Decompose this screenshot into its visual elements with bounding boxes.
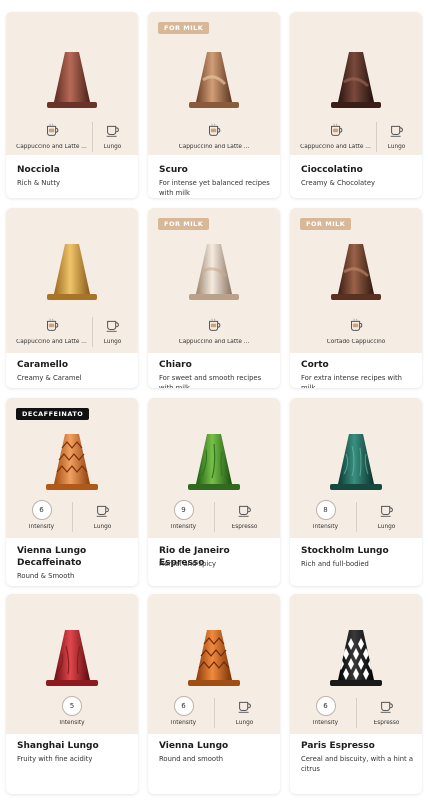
product-description: For sweet and smooth recipes with milk <box>159 374 262 388</box>
product-name[interactable]: Cioccolatino <box>301 164 414 176</box>
product-description: Herbal and spicy <box>159 560 217 568</box>
capsule-image <box>47 52 97 108</box>
product-name[interactable]: Vienna Lungo Decaffeinato <box>17 545 130 569</box>
product-name[interactable]: Vienna Lungo <box>159 740 272 752</box>
latte-cup-icon <box>43 316 61 334</box>
mug-icon <box>388 121 406 139</box>
intensity: 6 Intensity <box>12 500 72 530</box>
product-description: For intense yet balanced recipes with mi… <box>159 179 270 197</box>
intensity-value: 6 <box>173 696 194 716</box>
product-card[interactable]: Cappuccino and Latte ... Lungo Cioccolat… <box>290 12 422 198</box>
product-description: Cereal and biscuity, with a hint a citru… <box>301 755 414 773</box>
espresso-cup-icon <box>236 501 254 519</box>
recipe-cappuccino-latte: Cappuccino and Latte ... <box>296 120 376 150</box>
espresso-cup-icon <box>378 697 396 715</box>
latte-cup-icon <box>205 316 223 334</box>
capsule-image <box>331 244 381 300</box>
product-card[interactable]: Cappuccino and Latte ... Lungo Nocciola … <box>6 12 138 198</box>
product-name[interactable]: Corto <box>301 359 414 371</box>
product-name[interactable]: Stockholm Lungo <box>301 545 414 557</box>
recipe-cortado-cappuccino: Cortado Cappuccino <box>316 315 396 345</box>
intensity-value: 6 <box>315 696 336 716</box>
capsule-image <box>46 434 98 490</box>
for-milk-badge: FOR MILK <box>158 218 210 230</box>
for-milk-badge: FOR MILK <box>158 22 210 34</box>
cup-size-lungo: Lungo <box>215 696 275 726</box>
cup-size-espresso: Espresso <box>357 696 417 726</box>
product-description: Fruity with fine acidity <box>17 755 93 763</box>
product-name[interactable]: Scuro <box>159 164 272 176</box>
product-description: For extra intense recipes with milk <box>301 374 402 388</box>
product-card[interactable]: 6 Intensity Espresso Paris Espresso Cere… <box>290 594 422 794</box>
product-description: Creamy & Chocolatey <box>301 179 376 187</box>
decaffeinato-badge: DECAFFEINATO <box>16 408 90 420</box>
product-card[interactable]: DECAFFEINATO 6 Intensity Lungo Vienna Lu… <box>6 398 138 586</box>
latte-cup-icon <box>347 316 365 334</box>
latte-cup-icon <box>43 121 61 139</box>
capsule-image <box>188 630 240 686</box>
mug-icon <box>104 316 122 334</box>
mug-icon <box>378 501 396 519</box>
intensity: 6 Intensity <box>154 696 214 726</box>
intensity-value: 9 <box>173 500 194 520</box>
intensity-value: 6 <box>31 500 52 520</box>
intensity: 6 Intensity <box>296 696 356 726</box>
product-name[interactable]: Caramello <box>17 359 130 371</box>
for-milk-badge: FOR MILK <box>300 218 352 230</box>
product-description: Rich and full-bodied <box>301 560 369 568</box>
product-card[interactable]: FOR MILK Cappuccino and Latte ... Scuro … <box>148 12 280 198</box>
intensity: 9 Intensity <box>154 500 214 530</box>
product-card[interactable]: 6 Intensity Lungo Vienna Lungo Round and… <box>148 594 280 794</box>
recipe-cappuccino-latte: Cappuccino and Latte ... <box>174 315 254 345</box>
capsule-image <box>189 244 239 300</box>
cup-size-espresso: Espresso <box>215 500 275 530</box>
product-name[interactable]: Chiaro <box>159 359 272 371</box>
capsule-image <box>330 434 382 490</box>
capsule-image <box>330 630 382 686</box>
product-card[interactable]: 5 Intensity Shanghai Lungo Fruity with f… <box>6 594 138 794</box>
mug-icon <box>94 501 112 519</box>
product-description: Round and smooth <box>159 755 224 763</box>
product-card[interactable]: FOR MILK Cappuccino and Latte ... Chiaro… <box>148 208 280 388</box>
recipe-cappuccino-latte: Cappuccino and Latte ... <box>12 120 92 150</box>
recipe-cappuccino-latte: Cappuccino and Latte ... <box>174 120 254 150</box>
cup-size-lungo: Lungo <box>93 315 133 345</box>
mug-icon <box>104 121 122 139</box>
intensity: 8 Intensity <box>296 500 356 530</box>
product-description: Creamy & Caramel <box>17 374 82 382</box>
cup-size-lungo: Lungo <box>73 500 133 530</box>
latte-cup-icon <box>327 121 345 139</box>
intensity-value: 8 <box>315 500 336 520</box>
capsule-image <box>331 52 381 108</box>
recipe-cappuccino-latte: Cappuccino and Latte ... <box>12 315 92 345</box>
product-card[interactable]: 9 Intensity Espresso Rio de Janeiro Espr… <box>148 398 280 586</box>
capsule-image <box>189 52 239 108</box>
product-card[interactable]: Cappuccino and Latte ... Lungo Caramello… <box>6 208 138 388</box>
capsule-image <box>46 630 98 686</box>
latte-cup-icon <box>205 121 223 139</box>
product-description: Rich & Nutty <box>17 179 61 187</box>
product-name[interactable]: Nocciola <box>17 164 130 176</box>
intensity: 5 Intensity <box>32 696 112 726</box>
capsule-image <box>188 434 240 490</box>
product-card[interactable]: 8 Intensity Lungo Stockholm Lungo Rich a… <box>290 398 422 586</box>
cup-size-lungo: Lungo <box>377 120 417 150</box>
product-name[interactable]: Shanghai Lungo <box>17 740 130 752</box>
product-description: Round & Smooth <box>17 572 75 580</box>
product-name[interactable]: Paris Espresso <box>301 740 414 752</box>
mug-icon <box>236 697 254 715</box>
capsule-image <box>47 244 97 300</box>
product-card[interactable]: FOR MILK Cortado Cappuccino Corto For ex… <box>290 208 422 388</box>
cup-size-lungo: Lungo <box>357 500 417 530</box>
cup-size-lungo: Lungo <box>93 120 133 150</box>
intensity-value: 5 <box>62 696 82 716</box>
